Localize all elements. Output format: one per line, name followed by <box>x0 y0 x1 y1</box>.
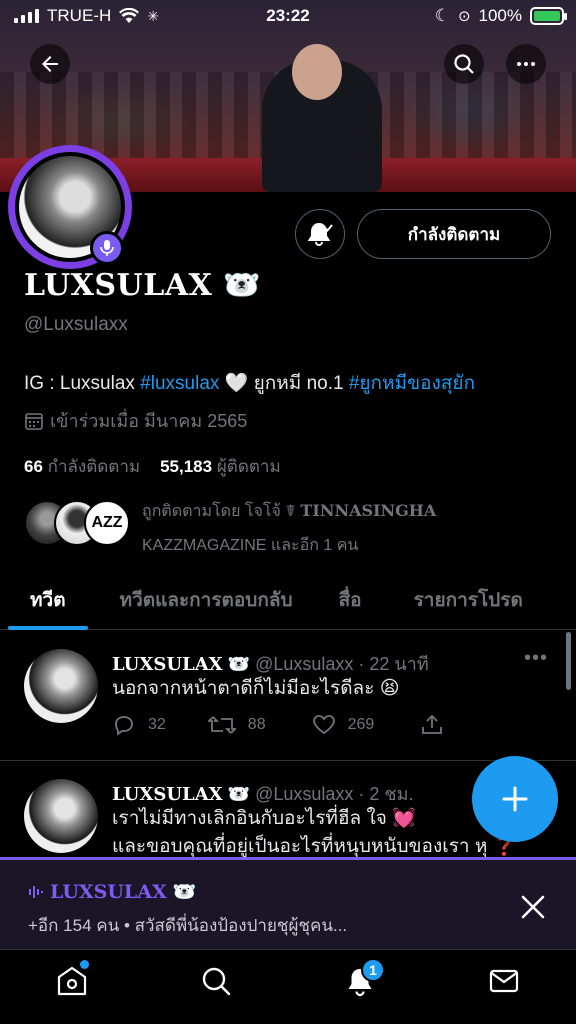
search-button[interactable] <box>444 44 484 84</box>
home-unread-dot <box>80 960 89 969</box>
search-icon <box>202 967 231 996</box>
polar-bear-emoji: 🐻‍❄️ <box>223 268 262 303</box>
space-title: LUXSULAX 🐻‍❄️ <box>28 880 196 903</box>
battery-icon <box>530 7 567 25</box>
tweet-avatar[interactable] <box>24 779 98 853</box>
mail-icon <box>489 969 519 993</box>
heart-icon <box>312 715 335 735</box>
tab-media-label: สื่อ <box>338 590 362 611</box>
spaces-dock[interactable]: LUXSULAX 🐻‍❄️ +อีก 154 คน • สวัสดีพี่น้อ… <box>0 857 576 949</box>
tab-likes[interactable]: รายการโปรด <box>414 570 523 630</box>
followers-you-know-text: ถูกติดตามโดย โจโจ้ ☤ TINNASINGHA KAZZMAG… <box>142 494 436 563</box>
battery-percent: 100% <box>478 6 522 25</box>
following-button[interactable]: กำลังติดตาม <box>357 209 551 259</box>
close-icon <box>521 895 545 919</box>
back-button[interactable] <box>30 44 70 84</box>
space-close-button[interactable] <box>516 890 550 924</box>
tweet-text-line1: เราไม่มีทางเลิกอินกับอะไรที่ฮีล ใจ 💓 <box>112 808 416 829</box>
followed-by-prefix: ถูกติดตามโดย โจโจ้ ☤ <box>142 503 301 520</box>
notifications-bell-button[interactable] <box>295 209 345 259</box>
display-name-text: LUXSULAX <box>24 268 213 303</box>
retweet-button[interactable]: 88 <box>207 713 266 737</box>
tweet-1[interactable]: LUXSULAX 🐻‍❄️ @Luxsulaxx · 22 นาที ••• น… <box>0 631 576 761</box>
status-bar: TRUE-H ✳ 23:22 ☾ ⊙ 100% <box>0 0 576 34</box>
tab-tweets[interactable]: ทวีต <box>8 570 87 630</box>
more-dots-icon <box>517 62 535 66</box>
rotation-lock-icon: ⊙ <box>457 8 471 25</box>
tweet-avatar[interactable] <box>24 649 98 723</box>
joined-text: เข้าร่วมเมื่อ มีนาคม 2565 <box>50 411 248 431</box>
followers-stat[interactable]: 55,183 ผู้ติดตาม <box>160 453 281 480</box>
profile-tabs: ทวีต ทวีตและการตอบกลับ สื่อ รายการโปรด <box>0 570 576 630</box>
tweet-more-icon[interactable]: ••• <box>524 647 548 670</box>
bell-check-icon <box>307 222 333 246</box>
bottom-navigation: 1 <box>0 949 576 1024</box>
follow-stats: 66 กำลังติดตาม 55,183 ผู้ติดตาม <box>24 453 281 480</box>
compose-tweet-button[interactable] <box>472 756 558 842</box>
reply-icon <box>115 716 133 736</box>
reply-count: 32 <box>148 716 166 733</box>
followers-count: 55,183 <box>160 457 213 476</box>
nav-home[interactable] <box>47 956 97 1006</box>
calendar-icon <box>25 412 43 430</box>
nav-messages[interactable] <box>479 956 529 1006</box>
like-count: 269 <box>347 716 375 733</box>
tweet-actions: 32 88 269 <box>112 713 444 737</box>
followers-label: ผู้ติดตาม <box>216 457 281 476</box>
arrow-left-icon <box>42 56 58 72</box>
tab-tweets-replies[interactable]: ทวีตและการตอบกลับ <box>120 570 293 630</box>
microphone-icon <box>100 240 114 256</box>
tweet-header: LUXSULAX 🐻‍❄️ @Luxsulaxx · 22 นาที <box>112 649 429 678</box>
tweet-author-name[interactable]: LUXSULAX <box>112 654 223 675</box>
tweet-author-emoji: 🐻‍❄️ <box>227 784 251 804</box>
like-button[interactable]: 269 <box>312 713 375 737</box>
following-stat[interactable]: 66 กำลังติดตาม <box>24 453 140 480</box>
tweet-author-name[interactable]: LUXSULAX <box>112 784 223 805</box>
share-button[interactable] <box>420 713 444 737</box>
status-right: ☾ ⊙ 100% <box>434 6 567 26</box>
followed-by-line2: KAZZMAGAZINE และอีก 1 คน <box>142 537 359 554</box>
spaces-live-badge[interactable] <box>90 231 124 265</box>
plus-icon <box>502 786 528 812</box>
notifications-badge: 1 <box>361 958 385 982</box>
hashtag-luxsulax[interactable]: #luxsulax <box>140 373 219 394</box>
home-icon <box>57 966 87 996</box>
bio-text-2: 🤍 ยูกหมี no.1 <box>219 373 349 394</box>
follower-avatar-3: AZZ <box>84 500 130 546</box>
tweet-text: นอกจากหน้าตาดีก็ไม่มีอะไรดีละ 😫 <box>112 678 400 699</box>
more-button[interactable] <box>506 44 546 84</box>
search-icon <box>454 54 474 74</box>
tab-tweets-label: ทวีต <box>30 590 66 611</box>
followed-by-name: TINNASINGHA <box>300 501 437 520</box>
profile-handle: @Luxsulaxx <box>24 314 128 335</box>
space-host-emoji: 🐻‍❄️ <box>172 881 197 903</box>
tweet-meta: @Luxsulaxx · 2 ชม. <box>255 784 414 804</box>
tweet-author-emoji: 🐻‍❄️ <box>227 654 251 674</box>
tab-media[interactable]: สื่อ <box>339 570 362 630</box>
followers-you-know[interactable]: AZZ ถูกติดตามโดย โจโจ้ ☤ TINNASINGHA KAZ… <box>24 490 564 560</box>
tweet-meta: @Luxsulaxx · 22 นาที <box>255 654 429 674</box>
retweet-count: 88 <box>247 716 266 733</box>
space-host-name: LUXSULAX <box>50 880 167 903</box>
audio-wave-icon <box>29 885 43 898</box>
nav-search[interactable] <box>191 956 241 1006</box>
banner-person-head <box>292 44 342 100</box>
retweet-icon <box>207 716 236 734</box>
tweet-header: LUXSULAX 🐻‍❄️ @Luxsulaxx · 2 ชม. <box>112 779 413 808</box>
space-subtitle: +อีก 154 คน • สวัสดีพี่น้องป้องปายชุผู้ช… <box>28 916 348 935</box>
followers-you-know-avatars: AZZ <box>24 500 134 546</box>
display-name: LUXSULAX 🐻‍❄️ <box>24 268 261 303</box>
tab-tweets-replies-label: ทวีตและการตอบกลับ <box>119 590 293 611</box>
bio-text-1: IG : Luxsulax <box>24 373 141 394</box>
moon-icon: ☾ <box>434 6 450 25</box>
share-icon <box>422 714 443 734</box>
profile-bio: IG : Luxsulax #luxsulax 🤍 ยูกหมี no.1 #ย… <box>24 368 475 398</box>
reply-button[interactable]: 32 <box>112 713 166 737</box>
nav-notifications[interactable]: 1 <box>335 956 385 1006</box>
hashtag-yukmee[interactable]: #ยูกหมีของสุยัก <box>349 373 475 394</box>
following-label: กำลังติดตาม <box>47 457 141 476</box>
joined-date: เข้าร่วมเมื่อ มีนาคม 2565 <box>24 406 247 435</box>
following-count: 66 <box>24 457 43 476</box>
tab-likes-label: รายการโปรด <box>413 590 523 611</box>
